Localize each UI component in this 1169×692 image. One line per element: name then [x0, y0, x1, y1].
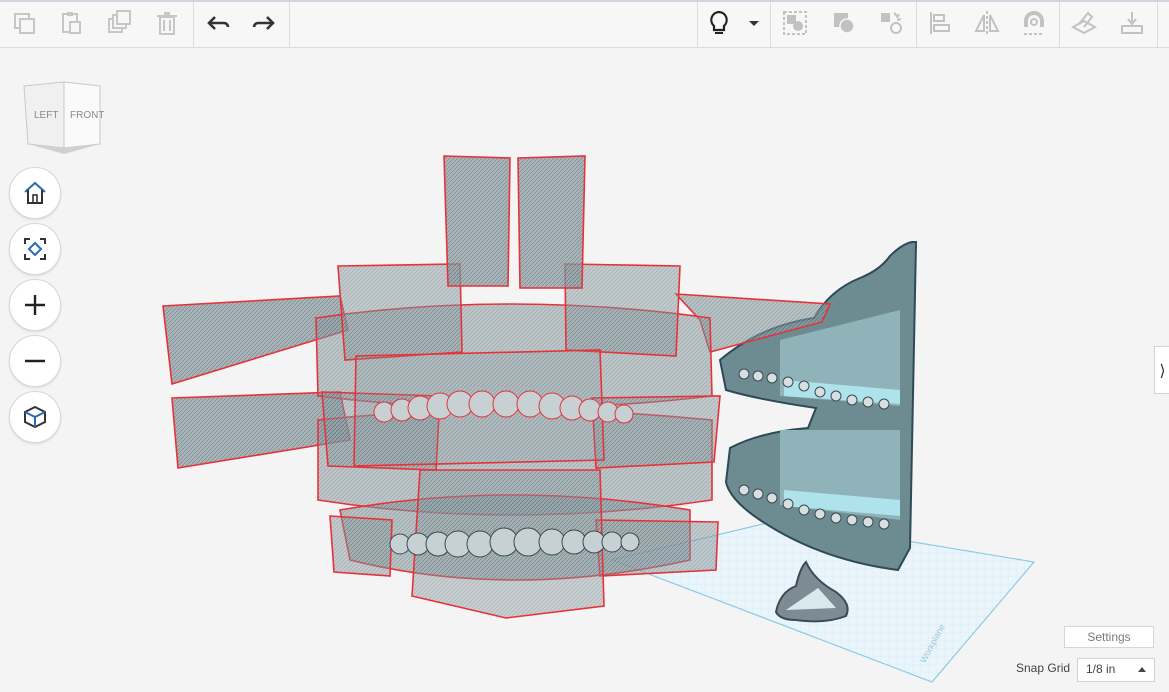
zoom-in-button[interactable]	[9, 279, 61, 331]
scene-model	[162, 155, 1036, 683]
zoom-out-button[interactable]	[9, 335, 61, 387]
fit-view-icon	[24, 238, 46, 260]
settings-button[interactable]: Settings	[1064, 626, 1154, 648]
snap-grid-label: Snap Grid	[1016, 661, 1071, 675]
zoom-out-icon	[25, 359, 45, 363]
view-cube-left-face[interactable]: LEFT	[34, 110, 58, 121]
zoom-in-icon	[25, 295, 45, 315]
chevron-right-icon: ⟩	[1159, 360, 1166, 380]
fit-view-button[interactable]	[9, 223, 61, 275]
caret-up-icon	[1138, 667, 1146, 672]
panel-toggle-button[interactable]: ⟩	[1154, 346, 1169, 394]
perspective-button[interactable]	[9, 391, 61, 443]
home-view-button[interactable]	[9, 167, 61, 219]
snap-grid-value: 1/8 in	[1086, 662, 1116, 676]
view-cube-front-face[interactable]: FRONT	[70, 110, 104, 121]
snap-grid-select[interactable]: 1/8 in	[1077, 658, 1155, 682]
perspective-icon	[24, 405, 46, 429]
view-cube[interactable]: LEFT FRONT	[20, 78, 104, 160]
home-icon	[24, 181, 46, 204]
